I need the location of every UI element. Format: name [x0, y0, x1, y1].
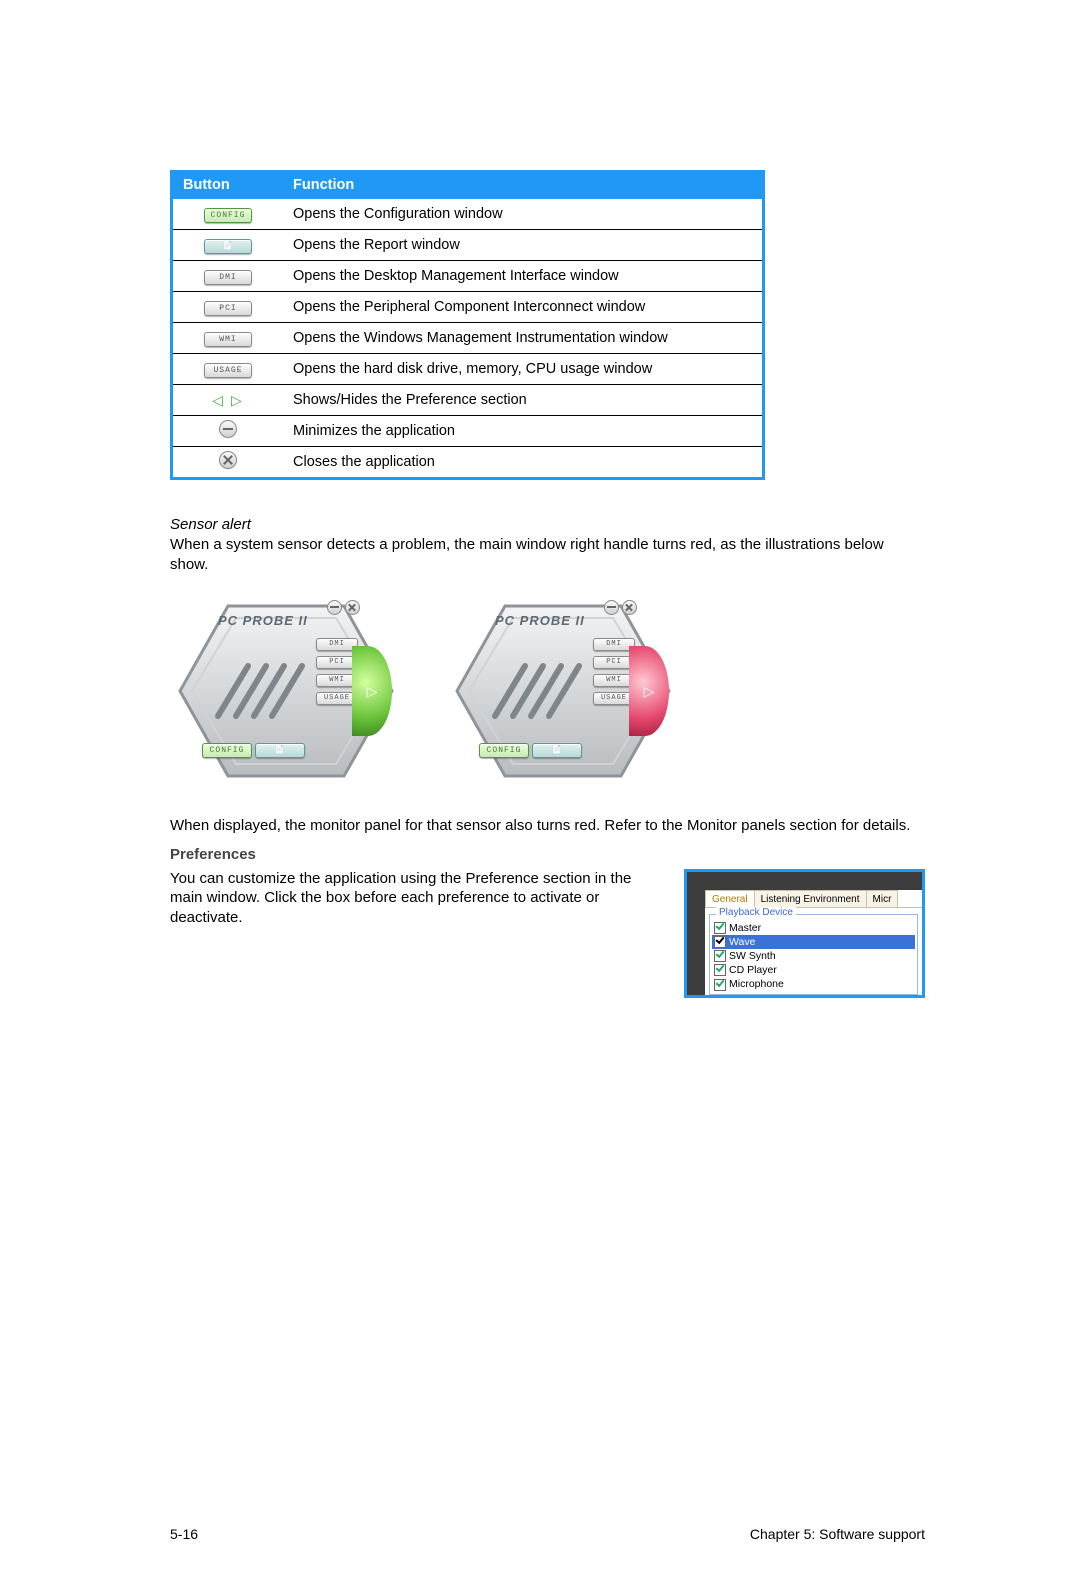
probe-title: PC PROBE II: [218, 614, 308, 627]
minimize-icon[interactable]: [604, 600, 619, 615]
th-button: Button: [172, 172, 284, 200]
function-desc: Opens the Desktop Management Interface w…: [283, 261, 764, 292]
probe-alert: PC PROBE II DMIPCIWMIUSAGE ▷ CONFIG📄: [447, 596, 679, 786]
table-row: USAGE Opens the hard disk drive, memory, …: [172, 354, 764, 385]
checkbox-icon[interactable]: [714, 936, 726, 948]
table-row: DMI Opens the Desktop Management Interfac…: [172, 261, 764, 292]
tab-listening-environment[interactable]: Listening Environment: [754, 890, 867, 907]
checkbox-icon[interactable]: [714, 964, 726, 976]
tab-general[interactable]: General: [705, 890, 755, 907]
table-row: 📄 Opens the Report window: [172, 230, 764, 261]
list-item[interactable]: Master: [712, 921, 915, 935]
table-row: CONFIG Opens the Configuration window: [172, 199, 764, 230]
probe-title: PC PROBE II: [495, 614, 585, 627]
list-item[interactable]: CD Player: [712, 963, 915, 977]
sensor-note: When displayed, the monitor panel for th…: [170, 816, 925, 836]
dmi-button[interactable]: DMI: [204, 270, 252, 285]
close-icon[interactable]: [219, 451, 237, 469]
minimize-icon[interactable]: [327, 600, 342, 615]
close-icon[interactable]: [345, 600, 360, 615]
table-row: PCI Opens the Peripheral Component Interc…: [172, 292, 764, 323]
report-button[interactable]: 📄: [255, 743, 305, 758]
table-row: ◁ ▷ Shows/Hides the Preference section: [172, 385, 764, 416]
📄-button[interactable]: 📄: [204, 239, 252, 254]
function-desc: Minimizes the application: [283, 416, 764, 447]
close-icon[interactable]: [622, 600, 637, 615]
checkbox-icon[interactable]: [714, 979, 726, 991]
chapter-label: Chapter 5: Software support: [750, 1526, 925, 1542]
preferences-text: You can customize the application using …: [170, 869, 654, 928]
list-item[interactable]: SW Synth: [712, 949, 915, 963]
config-button[interactable]: CONFIG: [204, 208, 252, 223]
preferences-screenshot: GeneralListening EnvironmentMicr Playbac…: [684, 869, 925, 998]
wmi-button[interactable]: WMI: [204, 332, 252, 347]
list-item[interactable]: Microphone: [712, 977, 915, 991]
config-button[interactable]: CONFIG: [479, 743, 529, 758]
table-row: Closes the application: [172, 447, 764, 479]
probe-normal: PC PROBE II DMIPCIWMIUSAGE ▷ CONFIG📄: [170, 596, 402, 786]
list-item[interactable]: Wave: [712, 935, 915, 949]
table-row: WMI Opens the Windows Management Instrume…: [172, 323, 764, 354]
function-desc: Closes the application: [283, 447, 764, 479]
function-desc: Shows/Hides the Preference section: [283, 385, 764, 416]
pci-button[interactable]: PCI: [204, 301, 252, 316]
minimize-icon[interactable]: [219, 420, 237, 438]
report-button[interactable]: 📄: [532, 743, 582, 758]
checkbox-icon[interactable]: [714, 950, 726, 962]
table-row: Minimizes the application: [172, 416, 764, 447]
probe-illustrations: PC PROBE II DMIPCIWMIUSAGE ▷ CONFIG📄: [170, 596, 925, 786]
function-desc: Opens the Peripheral Component Interconn…: [283, 292, 764, 323]
toggle-preference-icon[interactable]: ◁ ▷: [212, 392, 243, 408]
usage-button[interactable]: USAGE: [204, 363, 252, 378]
function-desc: Opens the hard disk drive, memory, CPU u…: [283, 354, 764, 385]
checkbox-icon[interactable]: [714, 922, 726, 934]
preferences-heading: Preferences: [170, 846, 925, 863]
th-function: Function: [283, 172, 764, 200]
playback-device-label: Playback Device: [716, 907, 796, 918]
function-desc: Opens the Windows Management Instrumenta…: [283, 323, 764, 354]
button-function-table: Button Function CONFIG Opens the Configur…: [170, 170, 765, 480]
sensor-alert-heading: Sensor alert: [170, 516, 925, 533]
config-button[interactable]: CONFIG: [202, 743, 252, 758]
page-number: 5-16: [170, 1526, 198, 1542]
function-desc: Opens the Report window: [283, 230, 764, 261]
sensor-alert-text: When a system sensor detects a problem, …: [170, 535, 925, 574]
tab-micr[interactable]: Micr: [866, 890, 899, 907]
function-desc: Opens the Configuration window: [283, 199, 764, 230]
